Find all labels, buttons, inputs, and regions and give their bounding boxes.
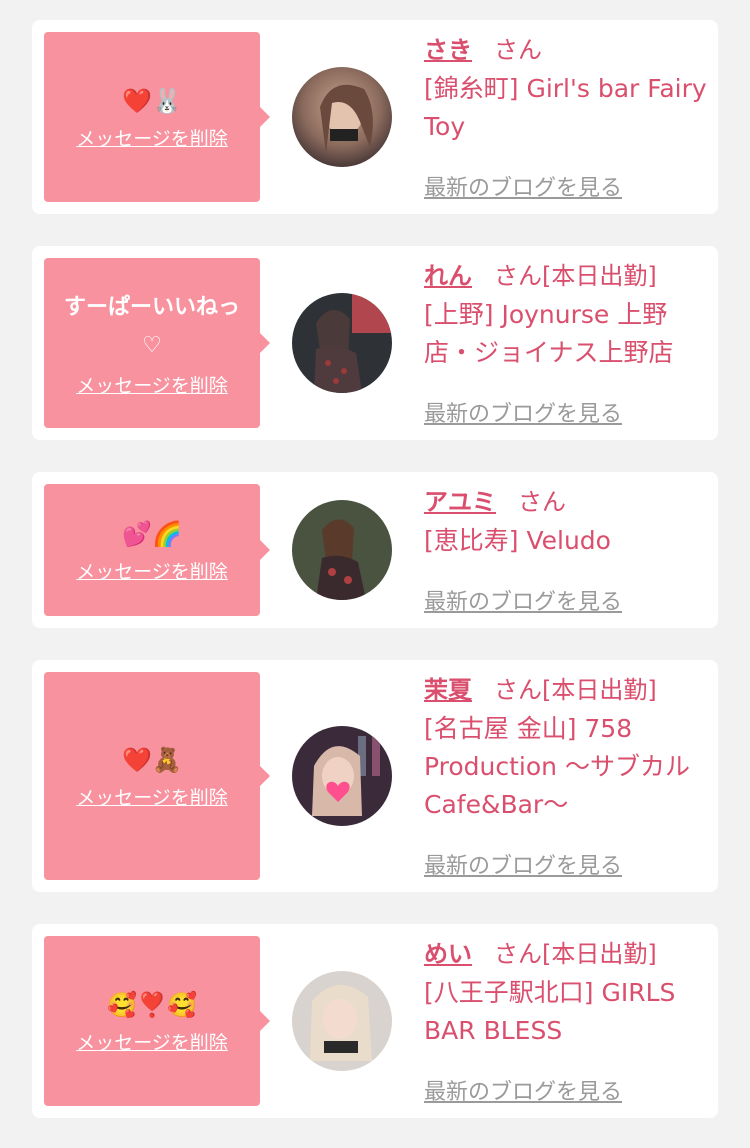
delete-message-link[interactable]: メッセージを削除 [76,783,228,810]
shop-name: [名古屋 金山] 758 Production ～サブカルCafe&Bar～ [424,714,690,819]
avatar[interactable] [292,500,392,600]
profile-photo [292,726,392,826]
honorific: さん [494,36,542,64]
name-line: めい さん[本日出勤] [424,938,708,970]
latest-blog-link[interactable]: 最新のブログを見る [424,1074,622,1106]
latest-blog-link[interactable]: 最新のブログを見る [424,584,622,616]
message-text: 🥰❣️🥰 [107,990,197,1019]
name-line: れん さん[本日出勤] [424,260,708,292]
message-bubble: すーぱーいいねっ ♡ メッセージを削除 [44,258,270,428]
cast-name-link[interactable]: さき [424,36,472,64]
message-card: 🥰❣️🥰 メッセージを削除 めい さん[本日出勤] [八王子駅北口] GIRLS … [32,924,718,1118]
latest-blog-link[interactable]: 最新のブログを見る [424,170,622,202]
message-card: ❤️🐰 メッセージを削除 さき さん [錦糸町] Girl's bar Fairy… [32,20,718,214]
message-bubble: 💕🌈 メッセージを削除 [44,484,270,616]
honorific: さん[本日出勤] [494,676,657,704]
profile-photo [292,67,392,167]
cast-name-link[interactable]: めい [424,940,472,968]
message-text: 💕🌈 [122,519,182,548]
delete-message-link[interactable]: メッセージを削除 [76,557,228,584]
shop-name: [錦糸町] Girl's bar Fairy Toy [424,74,707,141]
avatar[interactable] [292,971,392,1071]
name-line: さき さん [424,34,708,66]
latest-blog-link[interactable]: 最新のブログを見る [424,848,622,880]
shop-name: [上野] Joynurse 上野店・ジョイナス上野店 [424,300,674,367]
honorific: さん[本日出勤] [494,940,657,968]
message-bubble: ❤️🐰 メッセージを削除 [44,32,270,202]
avatar[interactable] [292,67,392,167]
cast-info: さき さん [錦糸町] Girl's bar Fairy Toy [424,34,708,146]
latest-blog-link[interactable]: 最新のブログを見る [424,396,622,428]
honorific: さん[本日出勤] [494,262,657,290]
name-line: 茉夏 さん[本日出勤] [424,674,708,706]
profile-photo [292,971,392,1071]
message-text: ❤️🧸 [122,745,182,774]
cast-name-link[interactable]: 茉夏 [424,676,472,704]
cast-name-link[interactable]: れん [424,262,472,290]
cast-info: れん さん[本日出勤] [上野] Joynurse 上野店・ジョイナス上野店 [424,260,708,372]
avatar[interactable] [292,293,392,393]
message-bubble: 🥰❣️🥰 メッセージを削除 [44,936,270,1106]
cast-name-link[interactable]: アユミ [424,488,496,516]
shop-name: [八王子駅北口] GIRLS BAR BLESS [424,978,676,1045]
message-card: ❤️🧸 メッセージを削除 茉夏 さん[本日出勤] [名古屋 金山] 758 Pro… [32,660,718,892]
shop-name: [恵比寿] Veludo [424,526,611,555]
avatar[interactable] [292,726,392,826]
delete-message-link[interactable]: メッセージを削除 [76,1028,228,1055]
profile-photo [292,293,392,393]
cast-info: アユミ さん [恵比寿] Veludo [424,486,708,560]
message-card: 💕🌈 メッセージを削除 アユミ さん [恵比寿] Veludo 最新のブログを見る [32,472,718,628]
message-text: ❤️🐰 [122,86,182,115]
name-line: アユミ さん [424,486,708,518]
honorific: さん [518,488,566,516]
cast-info: めい さん[本日出勤] [八王子駅北口] GIRLS BAR BLESS [424,938,708,1050]
message-card: すーぱーいいねっ ♡ メッセージを削除 れん さん[本日出勤] [上野] Joyn… [32,246,718,440]
cast-info: 茉夏 さん[本日出勤] [名古屋 金山] 758 Production ～サブカル… [424,674,708,824]
delete-message-link[interactable]: メッセージを削除 [76,371,228,398]
profile-photo [292,500,392,600]
delete-message-link[interactable]: メッセージを削除 [76,124,228,151]
message-bubble: ❤️🧸 メッセージを削除 [44,672,270,880]
message-text: すーぱーいいねっ ♡ [63,294,240,358]
